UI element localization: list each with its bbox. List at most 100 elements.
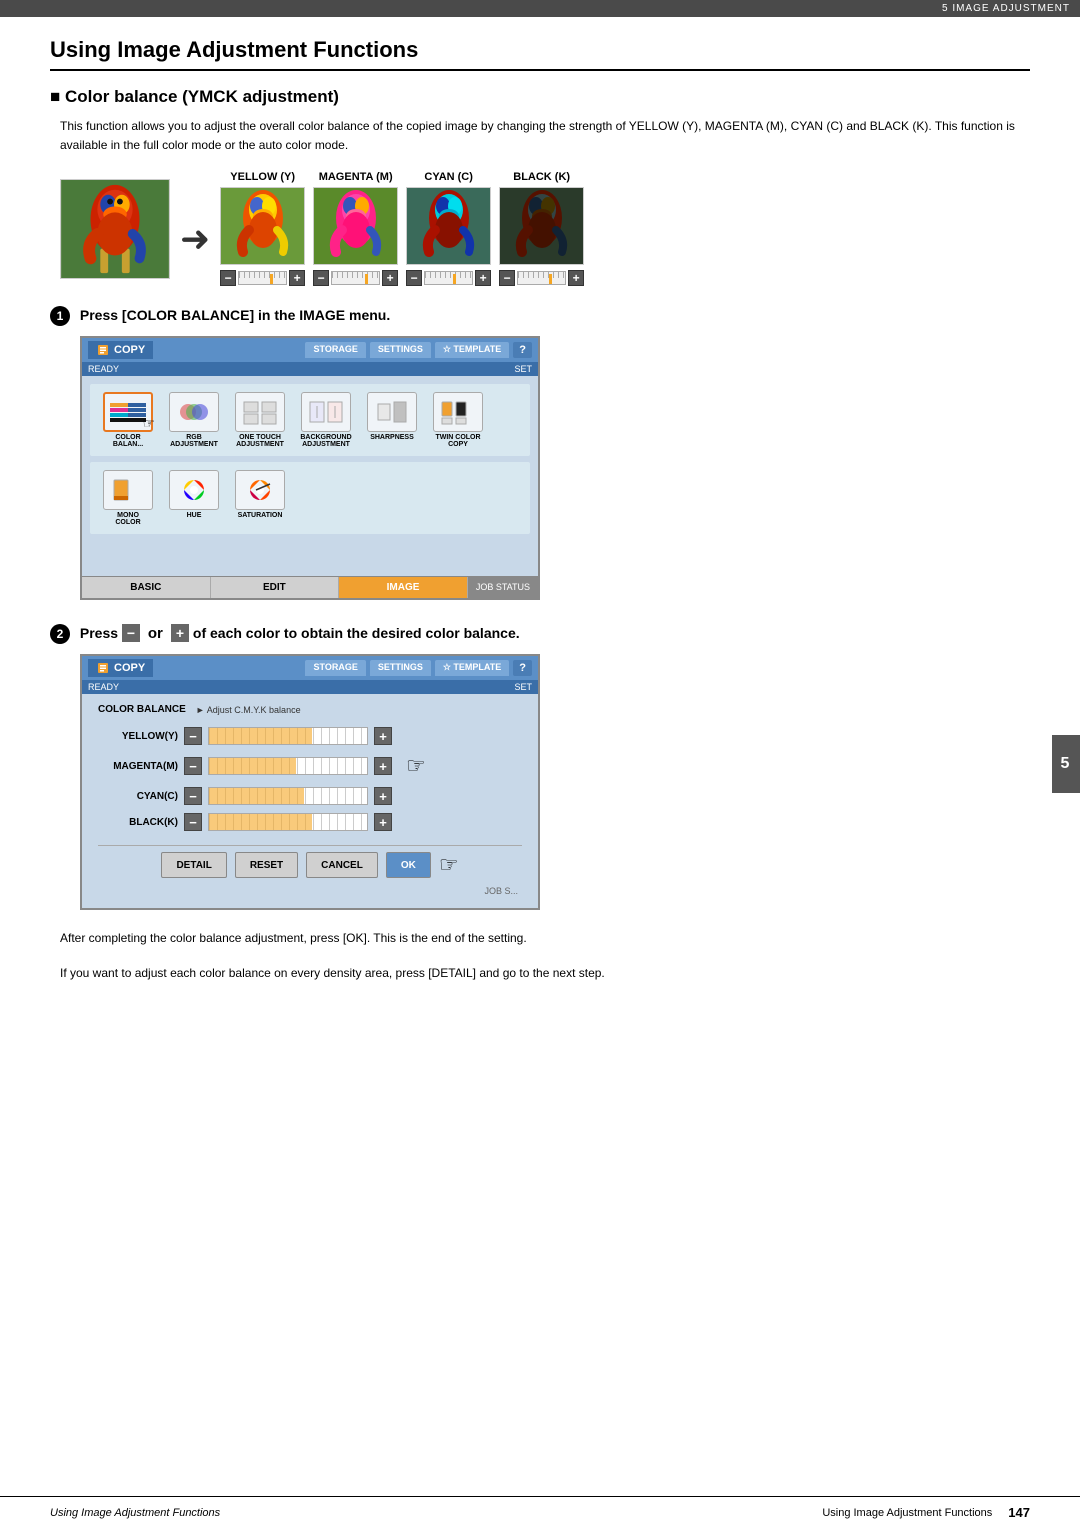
cyan-slider[interactable]: − + — [406, 270, 491, 286]
step1-onetouch-label: ONE TOUCHADJUSTMENT — [236, 434, 284, 448]
magenta-minus-btn[interactable]: − — [313, 270, 329, 286]
step1-label: Press [COLOR BALANCE] in the IMAGE menu. — [80, 307, 390, 323]
step1-twin-label: TWIN COLORCOPY — [435, 434, 480, 448]
step2-or-text: or — [148, 625, 167, 642]
step2-tab-help[interactable]: ? — [513, 660, 532, 676]
step2-cb-subtitle: ► Adjust C.M.Y.K balance — [196, 705, 301, 715]
step1-hue-icon — [169, 470, 219, 510]
step2-tab-settings[interactable]: SETTINGS — [370, 660, 431, 676]
step2-cyan-plus[interactable]: + — [374, 787, 392, 805]
hand-cursor-icon-2: ☞ — [439, 852, 459, 878]
step2-tab-storage[interactable]: STORAGE — [305, 660, 365, 676]
step2-yellow-minus[interactable]: − — [184, 727, 202, 745]
step1-image-tab[interactable]: IMAGE — [339, 577, 468, 598]
step2-magenta-minus[interactable]: − — [184, 757, 202, 775]
step2-label-after: of each color to obtain the desired colo… — [193, 625, 520, 641]
yellow-minus-btn[interactable]: − — [220, 270, 236, 286]
step1-color-balance-icon-item[interactable]: ☞ COLORBALAN... — [98, 392, 158, 448]
step1-tab-help[interactable]: ? — [513, 342, 532, 358]
step1-tab-storage[interactable]: STORAGE — [305, 342, 365, 358]
magenta-plus-btn[interactable]: + — [382, 270, 398, 286]
step1-saturation-icon — [235, 470, 285, 510]
step1-screen: COPY STORAGE SETTINGS ☆ TEMPLATE ? READY… — [80, 336, 540, 600]
step2-yellow-track — [208, 727, 368, 745]
step1-hue-icon-item[interactable]: HUE — [164, 470, 224, 526]
copy-icon — [96, 343, 110, 357]
step2-set-text: SET — [514, 682, 532, 692]
magenta-track — [331, 271, 380, 285]
step1-color-balance-label: COLORBALAN... — [113, 434, 143, 448]
step2-cyan-minus[interactable]: − — [184, 787, 202, 805]
step2-status-text: READY — [88, 682, 119, 692]
ok-button[interactable]: OK — [386, 852, 431, 878]
black-minus-btn[interactable]: − — [499, 270, 515, 286]
step2-magenta-label: MAGENTA(M) — [98, 761, 178, 772]
footer-right: Using Image Adjustment Functions 147 — [822, 1505, 1030, 1520]
step2-black-plus[interactable]: + — [374, 813, 392, 831]
step1-edit-tab[interactable]: EDIT — [211, 577, 340, 598]
step2-heading: 2 Press − or + of each color to obtain t… — [50, 624, 1030, 644]
step2-job-status: JOB S... — [98, 884, 522, 898]
step1-mono-icon — [103, 470, 153, 510]
step1-bg-icon-item[interactable]: BACKGROUNDADJUSTMENT — [296, 392, 356, 448]
step2-tab-template[interactable]: ☆ TEMPLATE — [435, 660, 509, 676]
step1-saturation-icon-item[interactable]: SATURATION — [230, 470, 290, 526]
cancel-button[interactable]: CANCEL — [306, 852, 378, 878]
step1-job-status[interactable]: JOB STATUS — [468, 577, 538, 598]
step1-icon-grid-1: ☞ COLORBALAN... RGBADJ — [90, 384, 530, 456]
step1-bg-label: BACKGROUNDADJUSTMENT — [300, 434, 351, 448]
step1-rgb-icon — [169, 392, 219, 432]
step1-sharpness-icon-item[interactable]: SHARPNESS — [362, 392, 422, 448]
yellow-label: YELLOW (Y) — [230, 171, 295, 183]
step1-saturation-label: SATURATION — [238, 512, 283, 519]
step1-set-area: ☞ COLORBALAN... RGBADJ — [82, 376, 538, 576]
black-plus-btn[interactable]: + — [568, 270, 584, 286]
copy-icon-2 — [96, 661, 110, 675]
step1-status-text: READY — [88, 364, 119, 374]
step1-tab-settings[interactable]: SETTINGS — [370, 342, 431, 358]
step2-black-track — [208, 813, 368, 831]
yellow-slider[interactable]: − + — [220, 270, 305, 286]
step2-cyan-row: CYAN(C) − + — [98, 787, 522, 805]
step1-rgb-icon-item[interactable]: RGBADJUSTMENT — [164, 392, 224, 448]
step1-onetouch-icon — [235, 392, 285, 432]
step1-twin-icon-item[interactable]: TWIN COLORCOPY — [428, 392, 488, 448]
step2-yellow-label: YELLOW(Y) — [98, 731, 178, 742]
step2-yellow-plus[interactable]: + — [374, 727, 392, 745]
step1-mono-icon-item[interactable]: MONOCOLOR — [98, 470, 158, 526]
step2-cb-inner: COLOR BALANCE ► Adjust C.M.Y.K balance Y… — [82, 694, 538, 908]
step2-number: 2 — [50, 624, 70, 644]
step2-title-text: COPY — [114, 662, 145, 674]
step1-tabs: STORAGE SETTINGS ☆ TEMPLATE ? — [159, 342, 532, 358]
step1-tab-template[interactable]: ☆ TEMPLATE — [435, 342, 509, 358]
yellow-plus-btn[interactable]: + — [289, 270, 305, 286]
step1-sharpness-label: SHARPNESS — [370, 434, 414, 441]
reset-button[interactable]: RESET — [235, 852, 298, 878]
step1-onetouch-icon-item[interactable]: ONE TOUCHADJUSTMENT — [230, 392, 290, 448]
step2-magenta-track — [208, 757, 368, 775]
step2-minus-symbol: − — [122, 624, 140, 642]
step1-bg-icon — [301, 392, 351, 432]
cyan-minus-btn[interactable]: − — [406, 270, 422, 286]
section-heading: Color balance (YMCK adjustment) — [50, 87, 1030, 107]
page-title: Using Image Adjustment Functions — [50, 37, 1030, 71]
step2-copy-title: COPY — [88, 659, 153, 677]
step2-topbar: COPY STORAGE SETTINGS ☆ TEMPLATE ? — [82, 656, 538, 680]
original-parrot — [60, 179, 170, 279]
magenta-slider[interactable]: − + — [313, 270, 398, 286]
step2-black-minus[interactable]: − — [184, 813, 202, 831]
step2-magenta-row: MAGENTA(M) − + ☞ — [98, 753, 522, 779]
step2-label-before: Press — [80, 625, 122, 641]
black-slider[interactable]: − + — [499, 270, 584, 286]
step1-mono-label: MONOCOLOR — [115, 512, 140, 526]
detail-button[interactable]: DETAIL — [161, 852, 226, 878]
step1-topbar: COPY STORAGE SETTINGS ☆ TEMPLATE ? — [82, 338, 538, 362]
step2-cb-buttons: DETAIL RESET CANCEL OK ☞ — [98, 845, 522, 884]
step1-title-text: COPY — [114, 344, 145, 356]
cyan-plus-btn[interactable]: + — [475, 270, 491, 286]
step1-basic-tab[interactable]: BASIC — [82, 577, 211, 598]
step2-black-row: BLACK(K) − + — [98, 813, 522, 831]
magenta-demo: MAGENTA (M) − — [313, 171, 398, 286]
original-image — [60, 179, 170, 279]
step2-magenta-plus[interactable]: + — [374, 757, 392, 775]
